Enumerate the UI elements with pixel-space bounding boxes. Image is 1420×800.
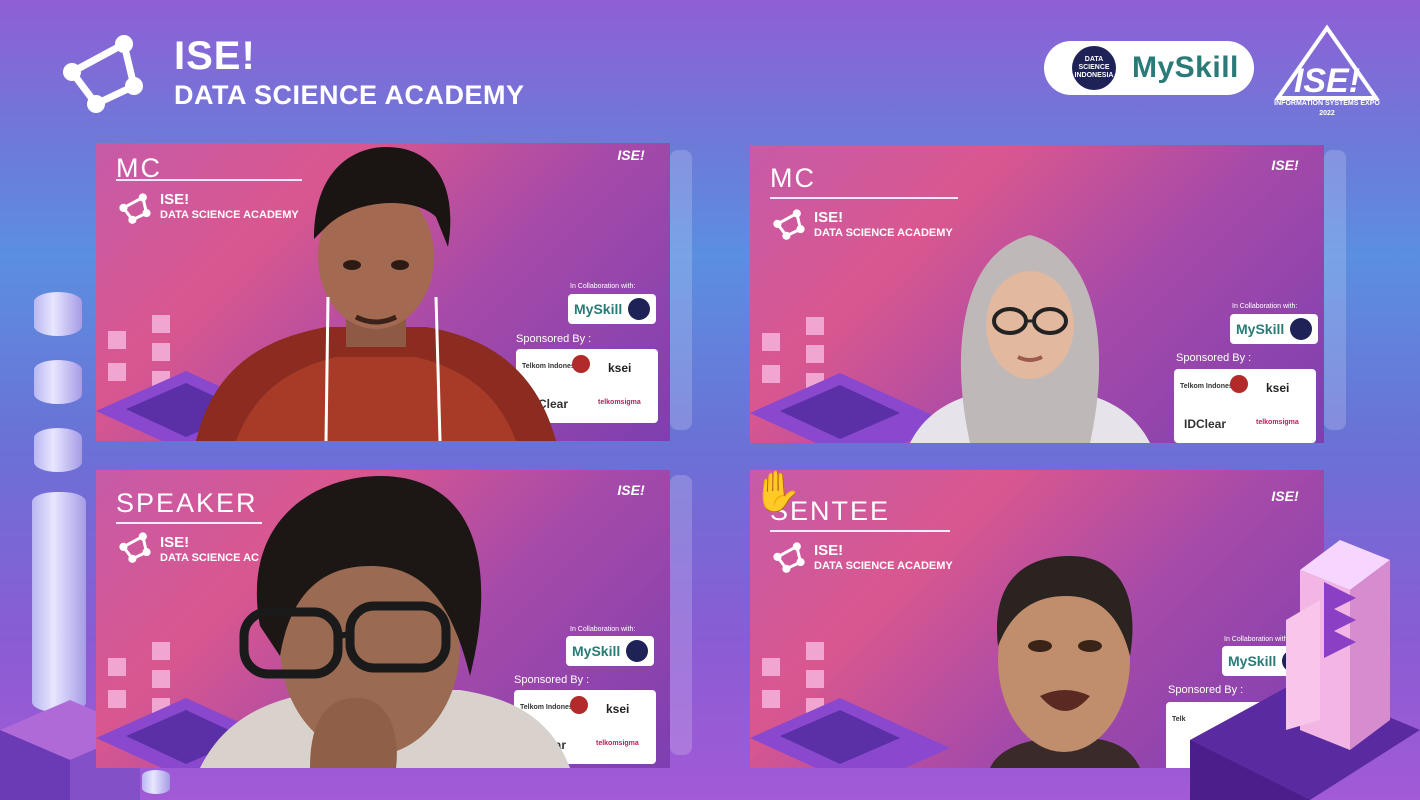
brand-subtitle: DATA SCIENCE ACADEMY xyxy=(174,80,525,110)
video-tile-mc-2[interactable]: MC ISE! DATA SCIENCE ACADEMY ISE! In Col… xyxy=(750,145,1324,443)
dsi-icon xyxy=(628,298,650,320)
corner-logo: ISE! xyxy=(1271,488,1299,504)
network-logo-icon xyxy=(773,209,805,240)
cylinder-shape xyxy=(34,428,82,472)
tile-brand-title: ISE! xyxy=(160,534,190,551)
sponsor-telkomsigma: telkomsigma xyxy=(596,740,639,747)
divider-strip xyxy=(670,475,692,755)
event-logo: ISE! INFORMATION SYSTEMS EXPO 2022 xyxy=(1272,24,1382,120)
partner-badge: DATA SCIENCE INDONESIA MySkill xyxy=(1044,41,1254,95)
collab-label: In Collaboration with: xyxy=(570,626,636,633)
cylinder-shape xyxy=(142,770,170,794)
corner-logo: ISE! xyxy=(617,482,645,498)
network-logo-icon xyxy=(119,193,151,224)
divider-strip xyxy=(670,150,692,430)
dsi-icon xyxy=(626,640,648,662)
role-underline xyxy=(770,197,958,199)
idx-icon xyxy=(572,355,590,373)
sponsor-ksei: ksei xyxy=(608,361,632,375)
participant-video-mc-1 xyxy=(196,147,556,441)
role-label: MC xyxy=(770,163,816,193)
sponsor-telkomsigma: telkomsigma xyxy=(598,399,641,406)
iso-building-decoration xyxy=(1190,540,1420,800)
event-logo-line2: 2022 xyxy=(1319,110,1335,117)
raised-hand-icon: ✋ xyxy=(752,470,802,514)
cylinder-shape xyxy=(34,292,82,336)
tall-cylinder-shape xyxy=(32,492,86,712)
collab-label: In Collaboration with: xyxy=(1232,303,1298,310)
network-logo-icon xyxy=(773,542,805,573)
idx-icon xyxy=(1230,375,1248,393)
cylinder-shape xyxy=(34,360,82,404)
network-logo-icon xyxy=(119,532,151,563)
partner-name: MySkill xyxy=(1132,51,1239,84)
tile-brand-title: ISE! xyxy=(814,542,844,559)
sponsor-idclear: IDClear xyxy=(1184,417,1227,431)
participant-video-speaker xyxy=(200,476,570,768)
corner-logo: ISE! xyxy=(617,147,645,163)
video-tile-mc-1[interactable]: MC ISE! DATA SCIENCE ACADEMY ISE! In Col… xyxy=(96,143,670,441)
collab-label: In Collaboration with: xyxy=(570,283,636,290)
network-logo-icon xyxy=(63,35,143,113)
collab-logo: MySkill xyxy=(1230,314,1318,344)
tile-brand-subtitle: DATA SCIENCE ACADEMY xyxy=(814,560,953,572)
iso-cubes-decoration xyxy=(750,642,950,768)
sponsor-label: Sponsored By : xyxy=(1176,352,1252,364)
collab-logo: MySkill xyxy=(566,636,654,666)
divider-strip xyxy=(1324,150,1346,430)
data-science-indonesia-logo: DATA SCIENCE INDONESIA xyxy=(1072,46,1116,90)
tile-brand-title: ISE! xyxy=(814,209,844,226)
collab-name: MySkill xyxy=(1236,321,1285,337)
sponsor-ksei: ksei xyxy=(606,702,630,716)
collab-name: MySkill xyxy=(574,301,623,317)
idx-icon xyxy=(570,696,588,714)
event-logo-title: ISE! xyxy=(1293,62,1361,100)
participant-video-mc-2 xyxy=(910,235,1150,443)
sponsor-ksei: ksei xyxy=(1266,381,1290,395)
event-logo-line1: INFORMATION SYSTEMS EXPO xyxy=(1274,100,1380,107)
tile-brand-title: ISE! xyxy=(160,191,190,208)
participant-video-presentee xyxy=(990,556,1140,768)
dsi-icon xyxy=(1290,318,1312,340)
collab-name: MySkill xyxy=(572,643,621,659)
video-tile-speaker[interactable]: SPEAKER ISE! DATA SCIENCE AC ISE! In Col… xyxy=(96,470,670,768)
collab-logo: MySkill xyxy=(568,294,656,324)
role-underline xyxy=(770,530,950,532)
sponsor-telkomsigma: telkomsigma xyxy=(1256,419,1299,426)
sponsor-panel: Telkom Indonesia ksei IDClear telkomsigm… xyxy=(1174,369,1316,443)
corner-logo: ISE! xyxy=(1271,157,1299,173)
sponsor-telkom: Telk xyxy=(1172,716,1186,723)
brand-title: ISE! xyxy=(174,34,256,78)
